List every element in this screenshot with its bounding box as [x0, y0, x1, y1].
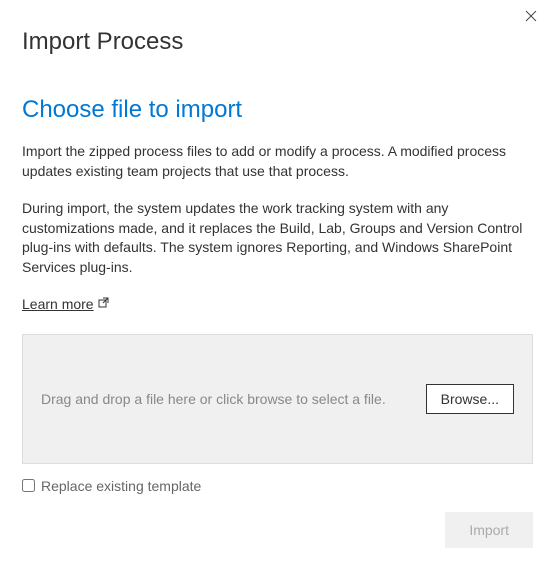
- close-button[interactable]: [521, 8, 541, 28]
- page-title: Import Process: [22, 28, 533, 56]
- description-text-1: Import the zipped process files to add o…: [22, 142, 533, 181]
- browse-button[interactable]: Browse...: [426, 384, 514, 414]
- section-title: Choose file to import: [22, 96, 533, 124]
- dropzone-text: Drag and drop a file here or click brows…: [41, 391, 386, 407]
- description-text-2: During import, the system updates the wo…: [22, 199, 533, 277]
- external-link-icon: [98, 297, 109, 311]
- learn-more-label: Learn more: [22, 296, 94, 312]
- file-dropzone[interactable]: Drag and drop a file here or click brows…: [22, 334, 533, 464]
- close-icon: [525, 9, 537, 27]
- replace-template-label: Replace existing template: [41, 478, 201, 494]
- import-button[interactable]: Import: [445, 512, 533, 548]
- learn-more-link[interactable]: Learn more: [22, 296, 109, 312]
- replace-template-checkbox[interactable]: [22, 479, 35, 492]
- replace-template-row[interactable]: Replace existing template: [22, 478, 533, 494]
